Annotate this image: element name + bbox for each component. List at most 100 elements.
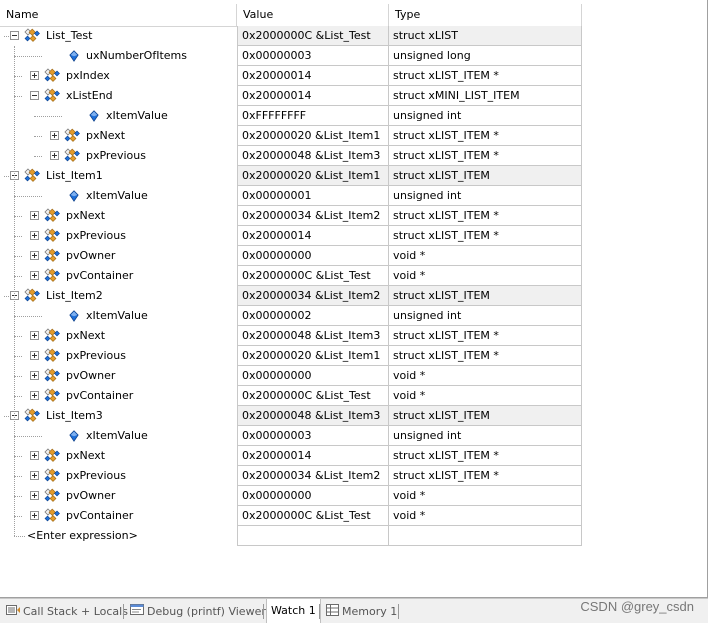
name-cell[interactable]: pxNext (0, 206, 237, 226)
name-cell[interactable]: pxNext (0, 126, 237, 146)
watch-row-xlistend[interactable]: xListEnd 0x20000014 struct xMINI_LIST_ITEM (0, 86, 582, 106)
value-cell[interactable]: 0x20000014 (237, 226, 389, 246)
watch-row-pxnext[interactable]: pxNext 0x20000020 &List_Item1 struct xLIST… (0, 126, 582, 146)
expand-toggle[interactable] (30, 71, 39, 80)
value-cell[interactable]: 0x2000000C &List_Test (237, 386, 389, 406)
name-cell[interactable]: pxPrevious (0, 226, 237, 246)
value-cell[interactable]: 0x20000020 &List_Item1 (237, 126, 389, 146)
tab-watch-1[interactable]: Watch 1 (266, 599, 321, 623)
tab-call-stack-locals[interactable]: Call Stack + Locals (6, 601, 128, 622)
name-cell[interactable]: pxPrevious (0, 346, 237, 366)
value-cell[interactable]: 0x2000000C &List_Test (237, 266, 389, 286)
watch-row-pxprevious[interactable]: pxPrevious 0x20000034 &List_Item2 struct x… (0, 466, 582, 486)
value-cell[interactable]: 0x00000003 (237, 426, 389, 446)
type-column-header[interactable]: Type (389, 4, 582, 26)
name-cell[interactable]: pvOwner (0, 486, 237, 506)
watch-row-pvowner[interactable]: pvOwner 0x00000000 void * (0, 486, 582, 506)
expand-toggle[interactable] (30, 251, 39, 260)
value-cell[interactable]: 0x20000034 &List_Item2 (237, 466, 389, 486)
name-cell[interactable]: List_Item1 (0, 166, 237, 186)
name-cell[interactable]: List_Item3 (0, 406, 237, 426)
watch-row-pxprevious[interactable]: pxPrevious 0x20000020 &List_Item1 struct x… (0, 346, 582, 366)
expand-toggle[interactable] (30, 351, 39, 360)
value-cell[interactable]: 0x00000003 (237, 46, 389, 66)
value-cell[interactable]: 0x2000000C &List_Test (237, 506, 389, 526)
name-cell[interactable]: pxPrevious (0, 146, 237, 166)
expand-toggle[interactable] (30, 491, 39, 500)
value-cell[interactable]: 0x20000034 &List_Item2 (237, 286, 389, 306)
value-cell[interactable]: 0x00000000 (237, 366, 389, 386)
expand-toggle[interactable] (30, 331, 39, 340)
tab-memory-1[interactable]: Memory 1 (326, 601, 397, 622)
expand-toggle[interactable] (50, 131, 59, 140)
watch-row-pvcontainer[interactable]: pvContainer 0x2000000C &List_Test void * (0, 266, 582, 286)
value-cell[interactable]: 0x20000048 &List_Item3 (237, 406, 389, 426)
name-cell[interactable]: xItemValue (0, 426, 237, 446)
value-cell[interactable]: 0x20000014 (237, 86, 389, 106)
value-cell[interactable]: 0x20000020 &List_Item1 (237, 346, 389, 366)
expand-toggle[interactable] (50, 151, 59, 160)
watch-row-xitemvalue[interactable]: xItemValue 0x00000002 unsigned int (0, 306, 582, 326)
value-cell[interactable]: 0x20000048 &List_Item3 (237, 326, 389, 346)
value-cell[interactable]: 0x20000014 (237, 446, 389, 466)
watch-row-pvcontainer[interactable]: pvContainer 0x2000000C &List_Test void * (0, 386, 582, 406)
expand-toggle[interactable] (30, 231, 39, 240)
watch-row-xitemvalue[interactable]: xItemValue 0x00000003 unsigned int (0, 426, 582, 446)
name-cell[interactable]: xListEnd (0, 86, 237, 106)
watch-row-pxnext[interactable]: pxNext 0x20000048 &List_Item3 struct xLIST… (0, 326, 582, 346)
name-cell[interactable]: pxIndex (0, 66, 237, 86)
collapse-toggle[interactable] (10, 31, 19, 40)
value-cell[interactable]: 0x20000014 (237, 66, 389, 86)
watch-row-pvowner[interactable]: pvOwner 0x00000000 void * (0, 366, 582, 386)
name-cell[interactable]: uxNumberOfItems (0, 46, 237, 66)
collapse-toggle[interactable] (30, 91, 39, 100)
name-column-header[interactable]: Name (0, 4, 237, 26)
name-cell[interactable]: pvContainer (0, 386, 237, 406)
expand-toggle[interactable] (30, 271, 39, 280)
watch-row-pvcontainer[interactable]: pvContainer 0x2000000C &List_Test void * (0, 506, 582, 526)
expand-toggle[interactable] (30, 371, 39, 380)
expand-toggle[interactable] (30, 471, 39, 480)
name-cell[interactable]: pvOwner (0, 246, 237, 266)
watch-row-pxindex[interactable]: pxIndex 0x20000014 struct xLIST_ITEM * (0, 66, 582, 86)
value-cell[interactable]: 0x00000000 (237, 246, 389, 266)
watch-row-xitemvalue[interactable]: xItemValue 0x00000001 unsigned int (0, 186, 582, 206)
value-cell[interactable]: 0xFFFFFFFF (237, 106, 389, 126)
value-cell[interactable]: 0x20000020 &List_Item1 (237, 166, 389, 186)
name-cell[interactable]: pvOwner (0, 366, 237, 386)
value-column-header[interactable]: Value (237, 4, 389, 26)
watch-row-uxnumberofitems[interactable]: uxNumberOfItems 0x00000003 unsigned long (0, 46, 582, 66)
value-cell[interactable]: 0x2000000C &List_Test (237, 26, 389, 46)
watch-row-list-test[interactable]: List_Test 0x2000000C &List_Test struct xLI… (0, 26, 582, 46)
value-cell[interactable]: 0x00000002 (237, 306, 389, 326)
watch-row-pxnext[interactable]: pxNext 0x20000014 struct xLIST_ITEM * (0, 446, 582, 466)
name-cell[interactable]: pxPrevious (0, 466, 237, 486)
watch-row-xitemvalue[interactable]: xItemValue 0xFFFFFFFF unsigned int (0, 106, 582, 126)
value-cell[interactable]: 0x00000001 (237, 186, 389, 206)
enter-expression-label[interactable]: <Enter expression> (27, 526, 138, 545)
expand-toggle[interactable] (30, 451, 39, 460)
name-cell[interactable]: pvContainer (0, 266, 237, 286)
value-cell[interactable]: 0x20000034 &List_Item2 (237, 206, 389, 226)
expand-toggle[interactable] (30, 211, 39, 220)
name-cell[interactable]: xItemValue (0, 306, 237, 326)
watch-row-pxnext[interactable]: pxNext 0x20000034 &List_Item2 struct xLIST… (0, 206, 582, 226)
name-cell[interactable]: List_Test (0, 26, 237, 46)
watch-row-list-item1[interactable]: List_Item1 0x20000020 &List_Item1 struct x… (0, 166, 582, 186)
enter-expression-row[interactable]: <Enter expression> (0, 526, 582, 546)
tab-debug-printf-viewer[interactable]: Debug (printf) Viewer (130, 601, 266, 622)
value-cell[interactable]: 0x20000048 &List_Item3 (237, 146, 389, 166)
watch-row-list-item3[interactable]: List_Item3 0x20000048 &List_Item3 struct x… (0, 406, 582, 426)
name-cell[interactable]: pxNext (0, 446, 237, 466)
name-cell[interactable]: xItemValue (0, 106, 237, 126)
watch-row-pvowner[interactable]: pvOwner 0x00000000 void * (0, 246, 582, 266)
expand-toggle[interactable] (30, 391, 39, 400)
name-cell[interactable]: pxNext (0, 326, 237, 346)
value-cell[interactable]: 0x00000000 (237, 486, 389, 506)
watch-row-pxprevious[interactable]: pxPrevious 0x20000014 struct xLIST_ITEM * (0, 226, 582, 246)
name-cell[interactable]: xItemValue (0, 186, 237, 206)
name-cell[interactable]: List_Item2 (0, 286, 237, 306)
watch-row-list-item2[interactable]: List_Item2 0x20000034 &List_Item2 struct x… (0, 286, 582, 306)
watch-row-pxprevious[interactable]: pxPrevious 0x20000048 &List_Item3 struct x… (0, 146, 582, 166)
name-cell[interactable]: pvContainer (0, 506, 237, 526)
